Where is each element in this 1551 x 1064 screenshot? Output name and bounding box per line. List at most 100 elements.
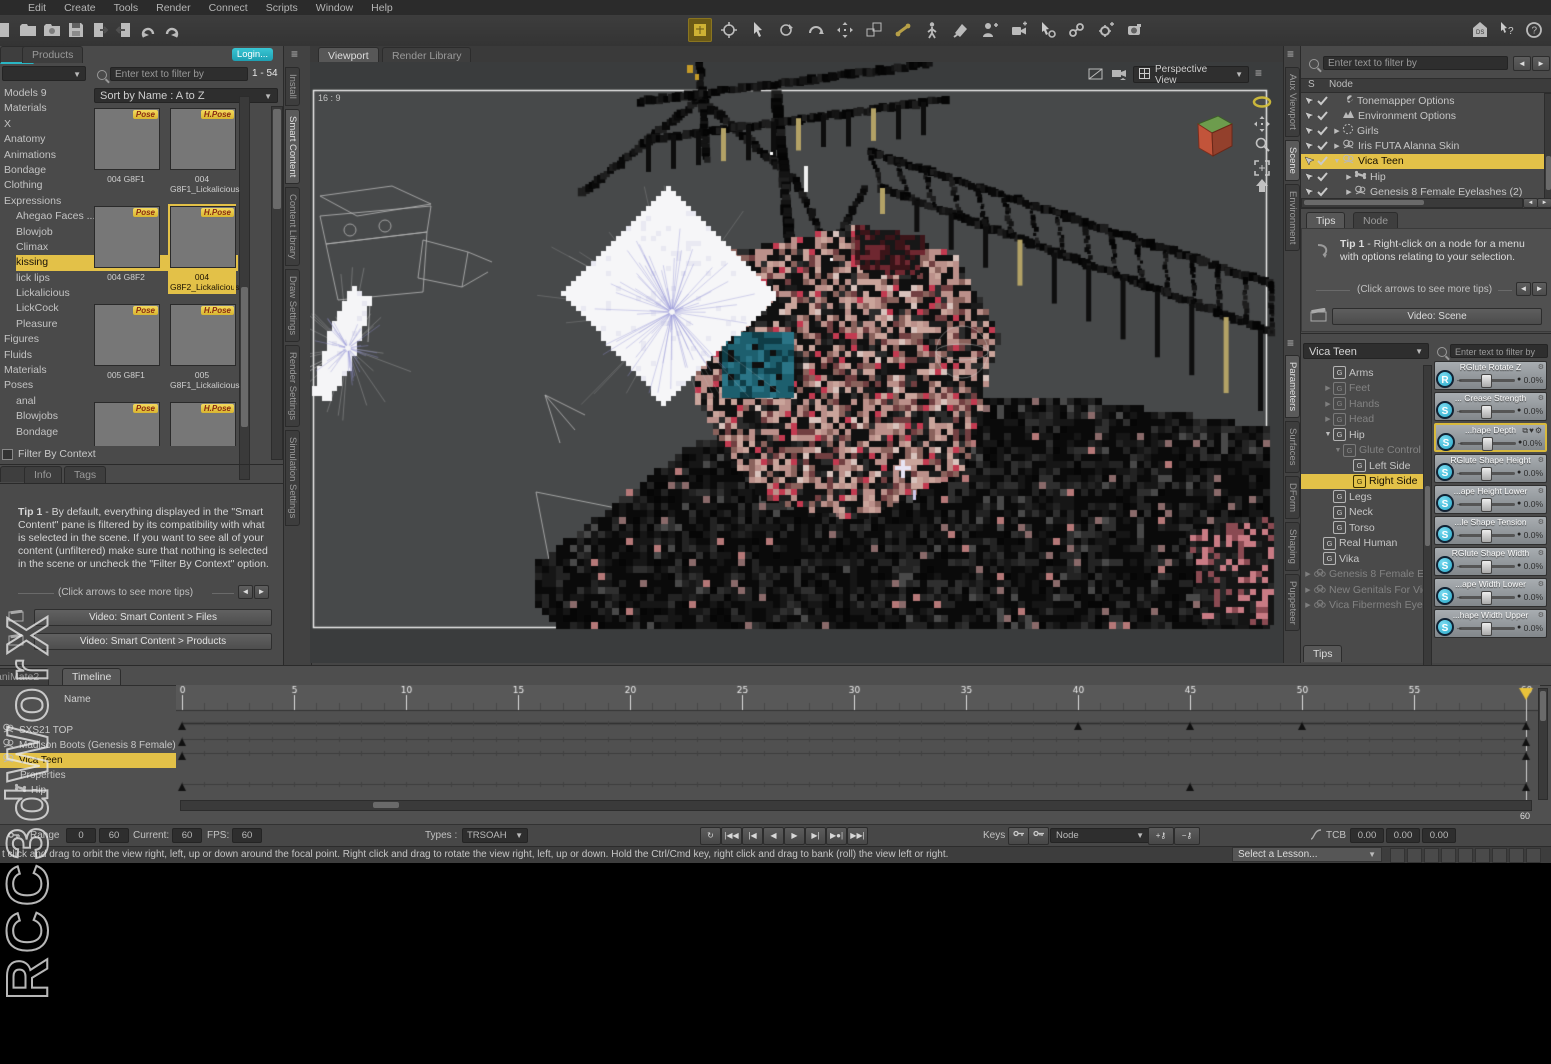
visibility-toggles[interactable] — [1304, 172, 1328, 182]
skip-start-button[interactable]: |◀◀ — [721, 827, 742, 845]
parameter-value[interactable]: 0.0% — [1524, 561, 1543, 571]
timeline-hscrollbar[interactable] — [180, 800, 1532, 811]
content-item[interactable]: Pose — [94, 402, 158, 446]
next-tip-button[interactable]: ► — [254, 585, 269, 599]
lesson-button[interactable] — [1458, 848, 1473, 863]
menu-item[interactable]: Tools — [114, 2, 139, 14]
rotate-pointer-button[interactable] — [775, 18, 799, 42]
camera-add-button[interactable] — [1007, 18, 1031, 42]
lesson-button[interactable] — [1390, 848, 1405, 863]
render-camera-button[interactable] — [1123, 18, 1147, 42]
strip-tab-aux-viewport[interactable]: Aux Viewport — [1285, 67, 1300, 137]
strip-tab-puppeteer[interactable]: Puppeteer — [1285, 574, 1300, 632]
timeline-tracks-canvas[interactable] — [176, 685, 1540, 807]
expander-icon[interactable]: ▶ — [1332, 142, 1342, 150]
menu-item[interactable]: Scripts — [266, 2, 298, 14]
expander-icon[interactable]: ▶ — [1303, 586, 1313, 594]
help-button[interactable]: ? — [1522, 18, 1546, 42]
folder-open-button[interactable] — [16, 18, 40, 42]
folder-button[interactable] — [40, 18, 64, 42]
visibility-toggles[interactable] — [1304, 187, 1328, 197]
expander-icon[interactable]: ▶ — [1303, 601, 1313, 609]
lesson-button[interactable] — [1475, 848, 1490, 863]
content-thumbnail[interactable]: Pose — [94, 206, 160, 268]
tab-tags[interactable]: Tags — [64, 466, 106, 483]
parameter-group-row[interactable]: ▶ G Hands — [1301, 396, 1423, 412]
next-key-button[interactable]: ▶●| — [826, 827, 847, 845]
content-thumbnail[interactable]: H.Pose — [170, 402, 236, 446]
parameter-group-row[interactable]: ▶ New Genitals For Vict... — [1301, 582, 1423, 598]
parameter-slider[interactable]: ... Crease Strength ⚙ ⧉♥⚙ S – ● 0.0% — [1434, 392, 1547, 421]
strip-tab-scene[interactable]: Scene — [1285, 140, 1300, 181]
content-item[interactable]: H.Pose 004 G8F2_Lickalicious — [170, 206, 234, 292]
timeline-row[interactable]: Properties — [0, 768, 176, 783]
content-thumbnail[interactable]: Pose — [94, 304, 160, 366]
skip-end-button[interactable]: ▶▶| — [847, 827, 868, 845]
parameter-group-row[interactable]: G Neck — [1301, 505, 1423, 521]
gear-icon[interactable]: ⚙ — [1538, 487, 1544, 495]
slider-thumb[interactable] — [1481, 405, 1492, 419]
parameter-value[interactable]: 0.0% — [1524, 468, 1543, 478]
menu-item[interactable]: Window — [316, 2, 353, 14]
slider-thumb[interactable] — [1481, 374, 1492, 388]
parameter-slider[interactable]: ...hape Depth ⚙ ⧉♥⚙ S – ● 0.0% — [1434, 423, 1547, 452]
parameter-group-row[interactable]: G Real Human — [1301, 536, 1423, 552]
loop-button[interactable]: ↻ — [700, 827, 721, 845]
tab-node[interactable]: Node — [1353, 212, 1398, 229]
gear-icon[interactable]: ⚙ — [1538, 611, 1544, 619]
pointer-button[interactable] — [746, 18, 770, 42]
tab-info[interactable]: Info — [24, 466, 62, 483]
content-thumbnail[interactable]: H.Pose — [170, 206, 236, 268]
content-item[interactable]: Pose 004 G8F1 — [94, 108, 158, 194]
checkbox-icon[interactable] — [2, 449, 13, 460]
parameter-value[interactable]: 0.0% — [1523, 438, 1542, 448]
content-item[interactable]: H.Pose — [170, 402, 234, 446]
parameter-value[interactable]: 0.0% — [1524, 530, 1543, 540]
select-lesson-dropdown[interactable]: Select a Lesson...▼ — [1232, 847, 1382, 862]
strip-tab-shaping[interactable]: Shaping — [1285, 522, 1300, 571]
visibility-toggles[interactable] — [1304, 126, 1328, 136]
left-strip-tab[interactable]: Render Settings — [285, 345, 300, 427]
whats-this-button[interactable]: ? — [1495, 18, 1519, 42]
camera-selector-dropdown[interactable]: Perspective View ▼ — [1133, 66, 1249, 83]
slider-thumb[interactable] — [1481, 591, 1492, 605]
key-toggle-button2[interactable] — [1028, 827, 1049, 845]
scene-node-row[interactable]: ▶ Iris FUTA Alanna Skin — [1301, 139, 1544, 154]
parameter-slider[interactable]: ...le Shape Tension ⚙ ⧉♥⚙ S – ● 0.0% — [1434, 516, 1547, 545]
parameter-group-row[interactable]: G Torso — [1301, 520, 1423, 536]
content-thumbnail[interactable]: Pose — [94, 402, 160, 446]
slider-thumb[interactable] — [1481, 467, 1492, 481]
lesson-button[interactable] — [1509, 848, 1524, 863]
parameter-group-row[interactable]: G Right Side — [1301, 474, 1423, 490]
play-button[interactable]: ▶ — [784, 827, 805, 845]
scene-node-row[interactable]: ▶ Genesis 8 Female Eyelashes (2) — [1301, 184, 1544, 198]
add-key-button[interactable]: +⚷ — [1148, 827, 1174, 845]
viewport-menu-icon[interactable]: ≡ — [1255, 68, 1262, 78]
parameter-slider[interactable]: ...ape Height Lower ⚙ ⧉♥⚙ S – ● 0.0% — [1434, 485, 1547, 514]
parameter-slider[interactable]: RGlute Shape Width ⚙ ⧉♥⚙ S – ● 0.0% — [1434, 547, 1547, 576]
gear-icon[interactable]: ⚙ — [1538, 518, 1544, 526]
orbit-ring-icon[interactable] — [1251, 92, 1273, 112]
slider-thumb[interactable] — [1481, 498, 1492, 512]
gear-add-button[interactable] — [1094, 18, 1118, 42]
timeline-name-header[interactable]: Name — [64, 694, 91, 705]
slider-thumb[interactable] — [1482, 437, 1493, 451]
gear-icon[interactable]: ⚙ — [1538, 456, 1544, 464]
scene-node-row[interactable]: Environment Options — [1301, 108, 1544, 123]
pane-menu-icon[interactable]: ≡ — [291, 49, 298, 59]
next-tip-button[interactable]: ► — [1532, 282, 1547, 296]
content-item[interactable]: H.Pose 004 G8F1_Lickalicious — [170, 108, 234, 194]
parameter-value[interactable]: 0.0% — [1524, 592, 1543, 602]
slider-thumb[interactable] — [1481, 560, 1492, 574]
lesson-button[interactable] — [1441, 848, 1456, 863]
parameters-filter-input[interactable]: Enter text to filter by — [1450, 344, 1548, 358]
parameter-group-row[interactable]: ▶ Genesis 8 Female Eye... — [1301, 567, 1423, 583]
left-strip-tab[interactable]: Draw Settings — [285, 269, 300, 342]
parameter-group-row[interactable]: G Vika — [1301, 551, 1423, 567]
parameter-group-row[interactable]: ▼ G Glute Control — [1301, 443, 1423, 459]
pane-menu-icon[interactable]: ≡ — [1287, 338, 1294, 348]
gear-icon[interactable]: ⚙ — [1538, 549, 1544, 557]
scene-node-row[interactable]: ▼ Vica Teen — [1301, 154, 1544, 169]
timeline-row[interactable]: SXS21 TOP — [0, 723, 176, 738]
scroll-left-button[interactable]: ◄ — [1523, 198, 1538, 208]
